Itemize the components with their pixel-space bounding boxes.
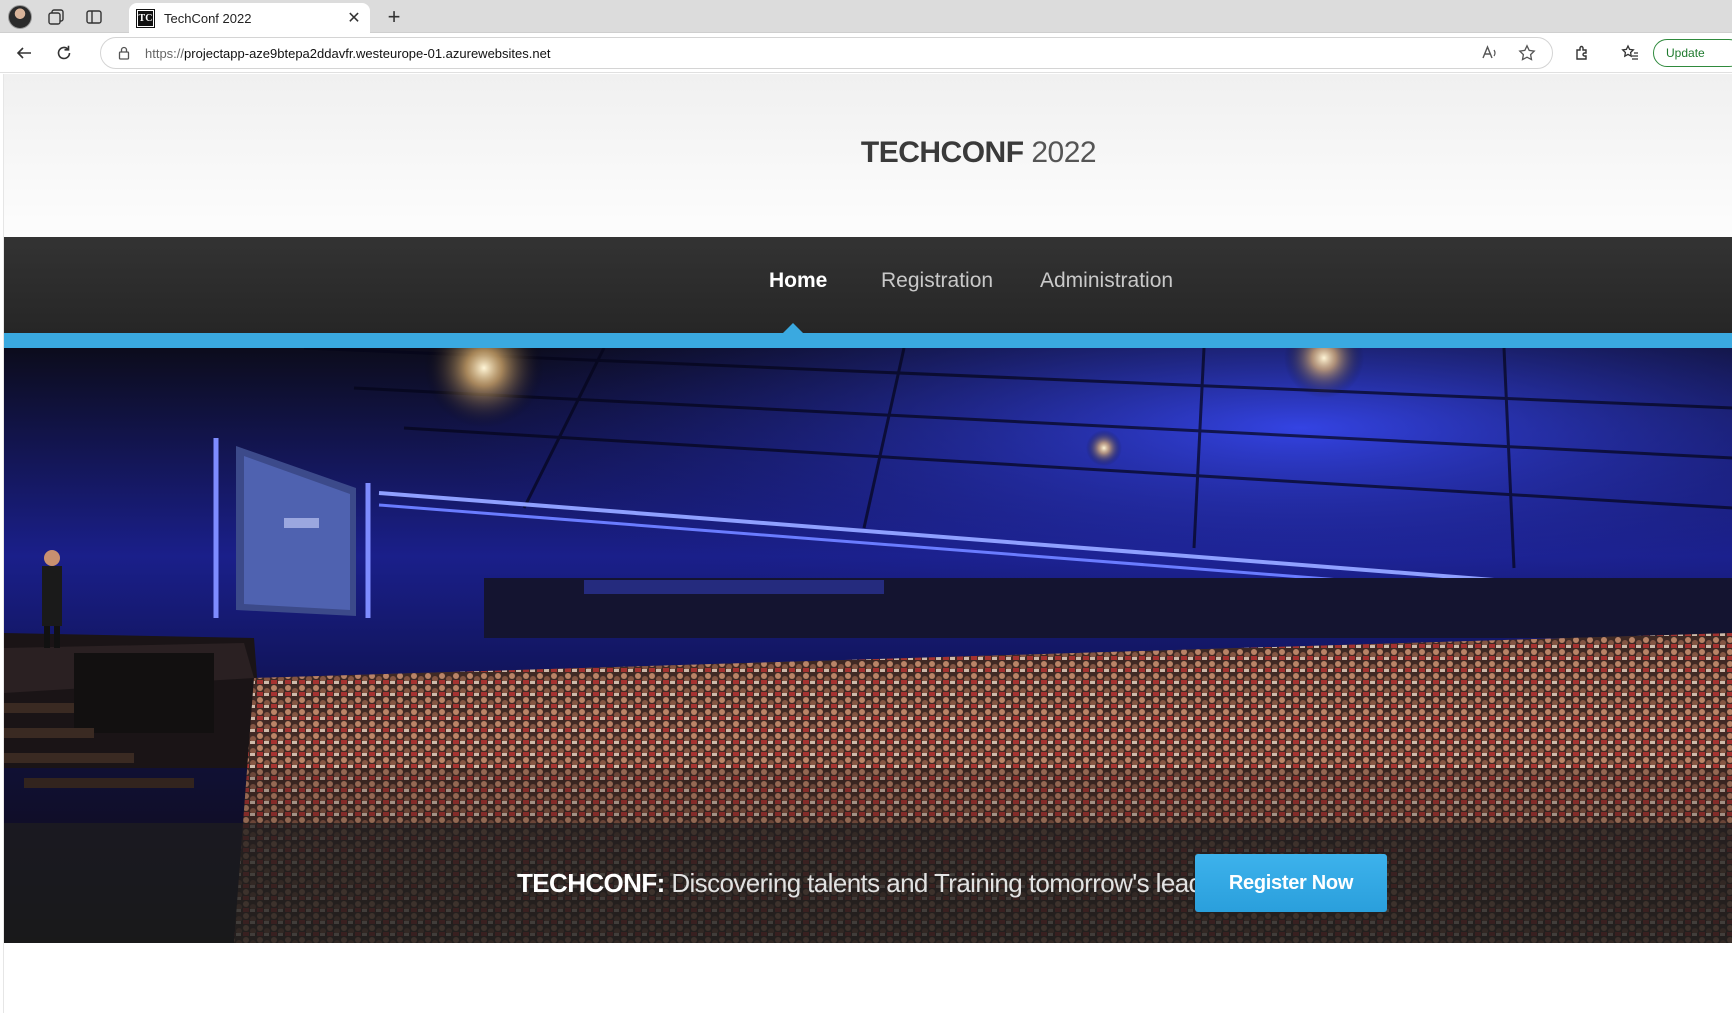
- profile-avatar[interactable]: [8, 5, 32, 29]
- browser-toolbar: https://projectapp-aze9btepa2ddavfr.west…: [0, 33, 1732, 73]
- browser-tabstrip: TC TechConf 2022 ✕ +: [0, 0, 1732, 33]
- nav-list: Home Registration Administration: [4, 237, 1732, 333]
- vertical-tabs-icon[interactable]: [82, 5, 106, 29]
- hero-banner: TECHCONF: Discovering talents and Traini…: [4, 348, 1732, 943]
- nav-home[interactable]: Home: [769, 269, 827, 293]
- browser-update-button[interactable]: Update: [1653, 39, 1732, 67]
- reload-icon[interactable]: [52, 41, 76, 65]
- read-aloud-icon[interactable]: [1478, 41, 1502, 65]
- logo-brand: TECHCONF: [860, 136, 1024, 169]
- site-logo[interactable]: TECHCONF 2022: [4, 136, 1732, 170]
- favorites-icon[interactable]: [1618, 41, 1642, 65]
- new-tab-icon[interactable]: +: [380, 3, 408, 31]
- address-bar[interactable]: https://projectapp-aze9btepa2ddavfr.west…: [100, 37, 1553, 69]
- lock-icon[interactable]: [117, 45, 131, 61]
- register-now-button[interactable]: Register Now: [1195, 854, 1387, 912]
- close-tab-icon[interactable]: ✕: [342, 8, 366, 28]
- main-nav: Home Registration Administration: [4, 237, 1732, 333]
- tab-title: TechConf 2022: [164, 10, 252, 26]
- back-icon[interactable]: [12, 41, 36, 65]
- workspaces-icon[interactable]: [44, 5, 68, 29]
- hero-tagline: TECHCONF: Discovering talents and Traini…: [517, 868, 1237, 899]
- url-text: https://projectapp-aze9btepa2ddavfr.west…: [145, 46, 550, 61]
- browser-tab-active[interactable]: TC TechConf 2022 ✕: [129, 3, 370, 33]
- url-host: projectapp-aze9btepa2ddavfr.westeurope-0…: [184, 45, 551, 61]
- logo-year: 2022: [1031, 136, 1097, 169]
- update-label: Update: [1666, 46, 1705, 60]
- web-page: TECHCONF 2022 Home Registration Administ…: [3, 74, 1732, 1013]
- tagline-text: Discovering talents and Training tomorro…: [671, 868, 1237, 898]
- hero-caption-bar: TECHCONF: Discovering talents and Traini…: [4, 823, 1732, 943]
- favorite-star-icon[interactable]: [1515, 41, 1539, 65]
- site-header: TECHCONF 2022: [4, 74, 1732, 237]
- extensions-icon[interactable]: [1570, 41, 1594, 65]
- url-scheme: https://: [145, 45, 185, 61]
- accent-bar: [4, 333, 1732, 348]
- tab-favicon-icon: TC: [136, 8, 155, 28]
- nav-administration[interactable]: Administration: [1040, 269, 1173, 293]
- nav-registration[interactable]: Registration: [881, 269, 993, 293]
- tagline-brand: TECHCONF:: [517, 868, 665, 898]
- active-nav-indicator: [783, 323, 803, 333]
